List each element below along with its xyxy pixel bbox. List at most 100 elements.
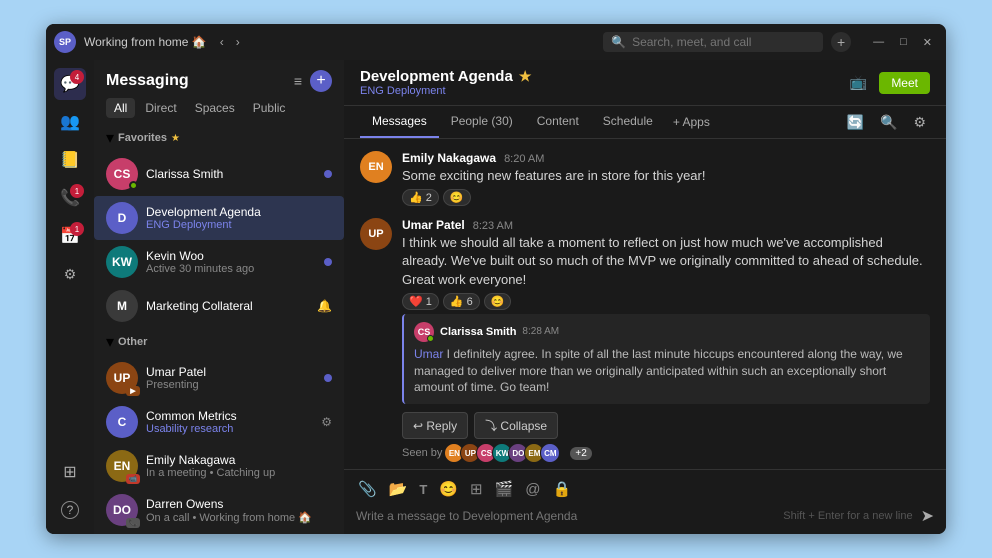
tab-content[interactable]: Content <box>525 106 591 138</box>
favorites-section-header[interactable]: ▾ Favorites ★ <box>94 124 344 152</box>
chat-item-umar[interactable]: UP ▶ Umar Patel Presenting <box>94 356 344 400</box>
chat-name-dev-agenda: Development Agenda <box>146 205 332 219</box>
sticker-button[interactable]: ⊞ <box>468 478 485 500</box>
reaction-smile[interactable]: 😊 <box>443 189 471 206</box>
reaction-smile2[interactable]: 😊 <box>484 293 512 310</box>
reaction-thumbsup2[interactable]: 👍 6 <box>443 293 480 310</box>
chat-name-umar: Umar Patel <box>146 365 316 379</box>
search-chat-icon[interactable]: 🔍 <box>876 110 901 135</box>
rail-apps-icon[interactable]: ⊞ <box>54 456 86 488</box>
calendar-badge: 1 <box>70 222 84 236</box>
video-settings-button[interactable]: 📺 <box>846 70 871 95</box>
rail-help-icon[interactable]: ? <box>54 494 86 526</box>
reply-button[interactable]: ↩ Reply <box>402 412 468 439</box>
compose-area: 📎 📂 T 😊 ⊞ 🎬 @ 🔒 Shift + Enter for a new … <box>344 469 946 534</box>
quoted-header: CS Clarissa Smith 8:28 AM <box>414 322 920 342</box>
chat-name-kevin: Kevin Woo <box>146 249 316 263</box>
chat-item-dev-agenda[interactable]: D Development Agenda ENG Deployment <box>94 196 344 240</box>
quoted-message-clarissa: CS Clarissa Smith 8:28 AM Umar I definit… <box>402 314 930 404</box>
new-chat-button[interactable]: + <box>310 70 332 92</box>
avatar-dev-agenda: D <box>106 202 138 234</box>
tab-all[interactable]: All <box>106 98 135 118</box>
minimize-button[interactable]: — <box>867 34 890 51</box>
add-button[interactable]: + <box>831 32 851 52</box>
rail-calls-icon[interactable]: 📞 1 <box>54 182 86 214</box>
refresh-icon[interactable]: 🔄 <box>843 110 868 135</box>
collapse-button[interactable]: ⤵ Collapse <box>474 412 558 439</box>
msg-text-emily: Some exciting new features are in store … <box>402 167 930 185</box>
tab-spaces[interactable]: Spaces <box>187 98 243 118</box>
avatar-marketing: M <box>106 290 138 322</box>
message-umar: UP Umar Patel 8:23 AM I think we should … <box>360 218 930 467</box>
compose-input[interactable] <box>356 509 775 523</box>
chat-item-advertising[interactable]: A Advertising Marketing Department <box>94 532 344 534</box>
chat-item-emily[interactable]: EN 📹 Emily Nakagawa In a meeting • Catch… <box>94 444 344 488</box>
seen-label: Seen by <box>402 447 442 459</box>
msg-header-umar: Umar Patel 8:23 AM <box>402 218 930 232</box>
seen-by: Seen by EN UP CS KW DO EM CM +2 <box>402 439 930 467</box>
chat-item-clarissa[interactable]: CS Clarissa Smith <box>94 152 344 196</box>
chat-header-actions: 📺 Meet <box>846 70 930 95</box>
tab-people[interactable]: People (30) <box>439 106 525 138</box>
msg-sender-emily: Emily Nakagawa <box>402 151 496 165</box>
meet-button[interactable]: Meet <box>879 72 930 94</box>
tab-schedule[interactable]: Schedule <box>591 106 665 138</box>
chat-info-darren: Darren Owens On a call • Working from ho… <box>146 497 332 524</box>
giphy-button[interactable]: 🎬 <box>493 478 516 500</box>
tab-direct[interactable]: Direct <box>137 98 184 118</box>
rail-network-icon[interactable]: ⚙ <box>54 258 86 290</box>
emoji-button[interactable]: 😊 <box>437 478 460 500</box>
avatar-kevin: KW <box>106 246 138 278</box>
message-emily: EN Emily Nakagawa 8:20 AM Some exciting … <box>360 151 930 206</box>
rail-bottom: ⊞ ? <box>54 456 86 526</box>
reactions-emily: 👍 2 😊 <box>402 189 930 206</box>
avatar-emily: EN 📹 <box>106 450 138 482</box>
chat-info-kevin: Kevin Woo Active 30 minutes ago <box>146 249 316 275</box>
chat-info-umar: Umar Patel Presenting <box>146 365 316 391</box>
chat-item-common[interactable]: C Common Metrics Usability research ⚙ <box>94 400 344 444</box>
chat-name-darren: Darren Owens <box>146 497 332 511</box>
chat-item-darren[interactable]: DO 📞 Darren Owens On a call • Working fr… <box>94 488 344 532</box>
rail-calendar-icon[interactable]: 📅 1 <box>54 220 86 252</box>
tab-apps[interactable]: + Apps <box>665 107 718 137</box>
chat-name-emily: Emily Nakagawa <box>146 453 332 467</box>
compose-input-row: Shift + Enter for a new line ➤ <box>356 506 934 526</box>
chat-sub-common: Usability research <box>146 423 313 435</box>
quoted-avatar-clarissa: CS <box>414 322 434 342</box>
filter-button[interactable]: ≡ <box>292 70 304 92</box>
status-clarissa <box>129 181 138 190</box>
search-bar[interactable]: 🔍 <box>603 32 823 52</box>
chat-sub-emily: In a meeting • Catching up <box>146 467 332 479</box>
search-input[interactable] <box>632 35 792 49</box>
maximize-button[interactable]: □ <box>894 34 913 51</box>
user-avatar[interactable]: SP <box>54 31 76 53</box>
search-icon: 🔍 <box>611 35 626 49</box>
send-button[interactable]: ➤ <box>921 506 934 526</box>
chat-item-marketing[interactable]: M Marketing Collateral 🔔 <box>94 284 344 328</box>
favorites-label: Favorites <box>118 132 167 144</box>
settings-chat-icon[interactable]: ⚙ <box>909 110 930 135</box>
sensitivity-button[interactable]: 🔒 <box>551 478 574 500</box>
back-button[interactable]: ‹ <box>215 33 229 51</box>
quoted-text-clarissa: Umar I definitely agree. In spite of all… <box>414 346 920 396</box>
reaction-heart[interactable]: ❤️ 1 <box>402 293 439 310</box>
sidebar-title: Messaging <box>106 72 189 90</box>
rail-contacts-icon[interactable]: 📒 <box>54 144 86 176</box>
chat-sub-darren: On a call • Working from home 🏠 <box>146 511 332 524</box>
tab-messages[interactable]: Messages <box>360 106 439 138</box>
format-button[interactable]: T <box>417 480 429 499</box>
rail-chat-icon[interactable]: 💬 4 <box>54 68 86 100</box>
other-section-header[interactable]: ▾ Other <box>94 328 344 356</box>
mention-button[interactable]: @ <box>523 479 542 500</box>
star-icon: ★ <box>519 68 532 85</box>
onedrive-button[interactable]: 📂 <box>387 478 410 500</box>
nav-buttons: ‹ › <box>215 33 245 51</box>
close-button[interactable]: ✕ <box>917 34 938 51</box>
reaction-thumbsup[interactable]: 👍 2 <box>402 189 439 206</box>
forward-button[interactable]: › <box>231 33 245 51</box>
chat-info-common: Common Metrics Usability research <box>146 409 313 435</box>
chat-item-kevin[interactable]: KW Kevin Woo Active 30 minutes ago <box>94 240 344 284</box>
tab-public[interactable]: Public <box>245 98 294 118</box>
attach-button[interactable]: 📎 <box>356 478 379 500</box>
rail-teams-icon[interactable]: 👥 <box>54 106 86 138</box>
